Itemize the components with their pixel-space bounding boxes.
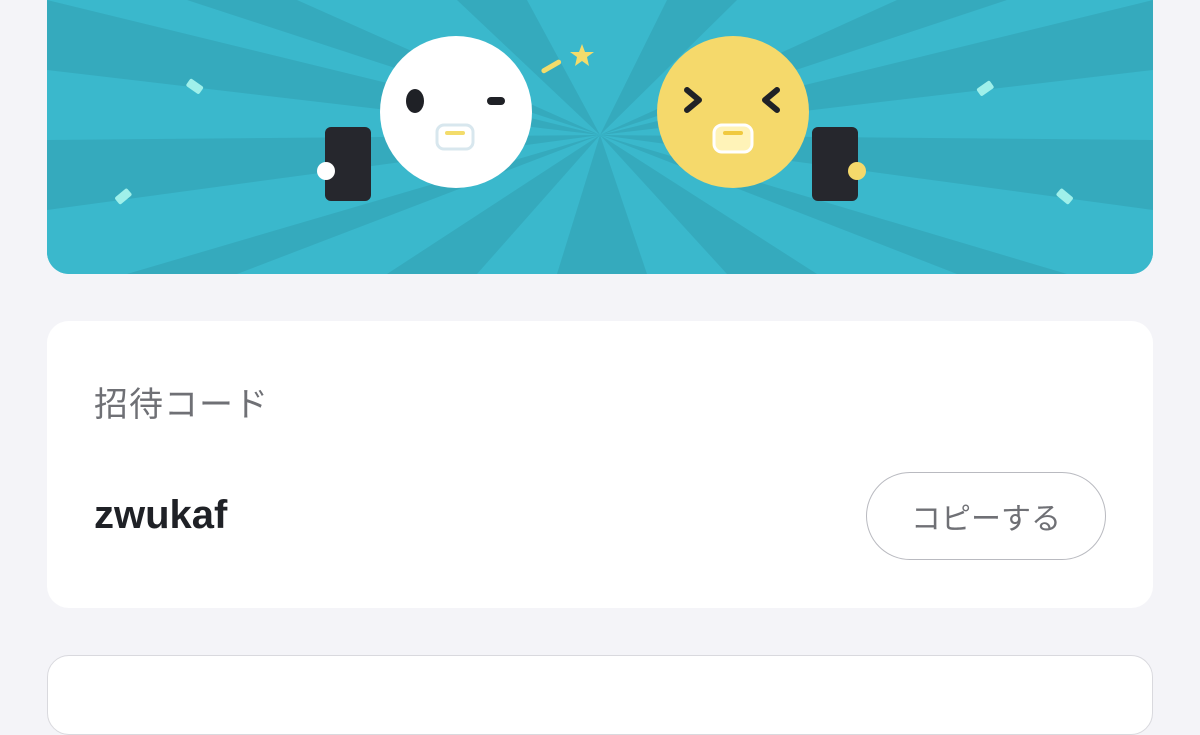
invite-code-value: zwukaf — [94, 493, 228, 537]
celebration-banner — [47, 0, 1153, 274]
invite-code-title: 招待コード — [94, 385, 269, 425]
invite-code-card: 招待コード zwukaf コピーする — [47, 321, 1153, 608]
next-card — [47, 655, 1153, 735]
friends-illustration — [47, 0, 1153, 274]
copy-code-button[interactable]: コピーする — [866, 472, 1106, 560]
